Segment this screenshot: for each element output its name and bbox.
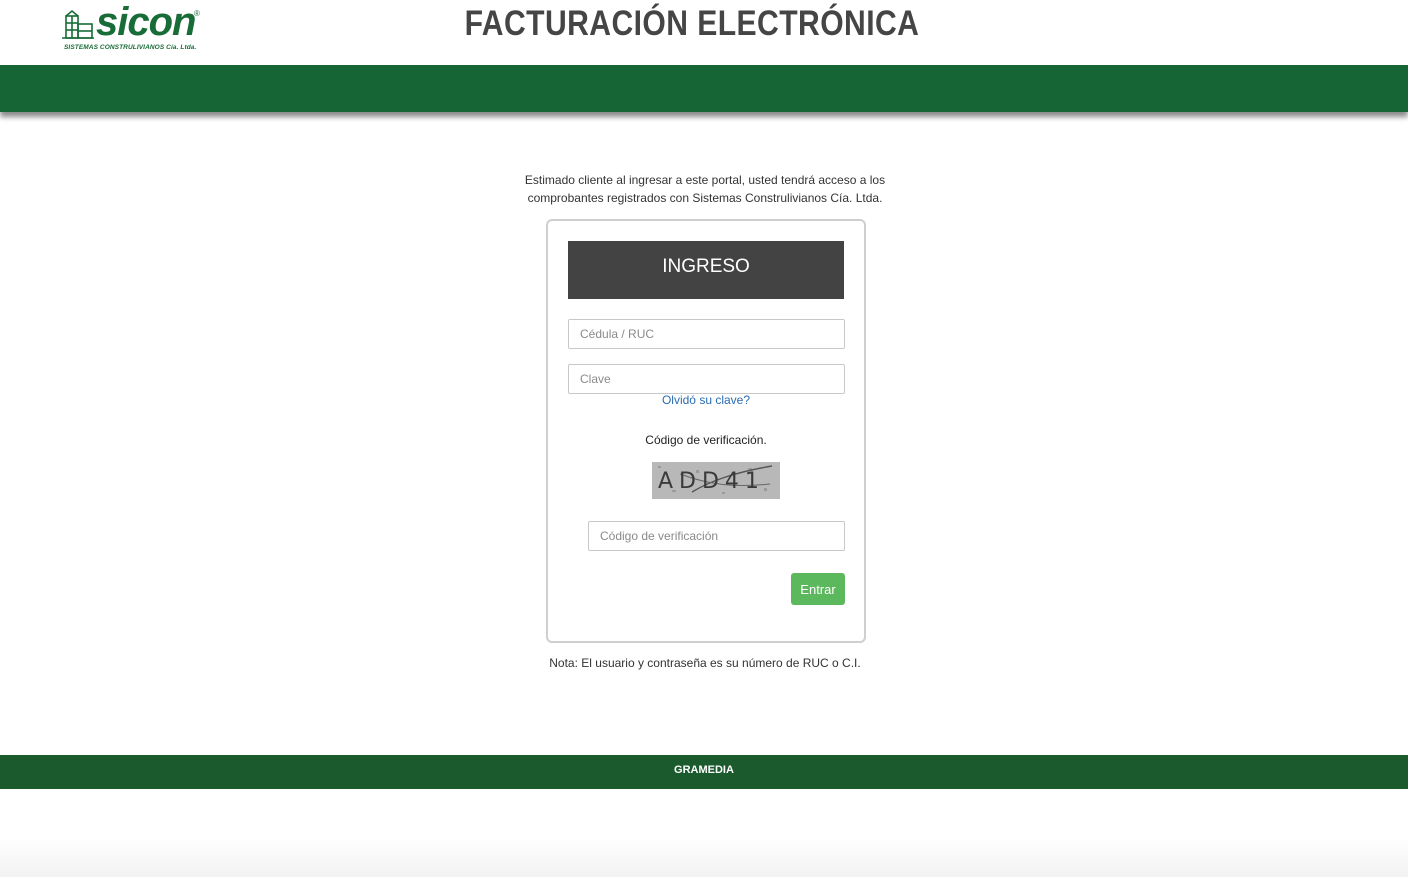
- header: sicon ® SISTEMAS CONSTRULIVIANOS Cía. Lt…: [0, 0, 1408, 65]
- cedula-ruc-input[interactable]: [568, 319, 845, 349]
- login-note: Nota: El usuario y contraseña es su núme…: [549, 656, 861, 670]
- verification-code-input[interactable]: [588, 521, 845, 551]
- login-heading: INGRESO: [568, 241, 844, 299]
- captcha-image: ADD41: [652, 462, 780, 499]
- forgot-password-link[interactable]: Olvidó su clave?: [568, 393, 844, 407]
- intro-text: Estimado cliente al ingresar a este port…: [524, 173, 886, 205]
- captcha-text: ADD41: [658, 469, 765, 494]
- footer-text: GRAMEDIA: [674, 764, 734, 776]
- entrar-button[interactable]: Entrar: [791, 573, 845, 605]
- logo-subtitle: SISTEMAS CONSTRULIVIANOS Cía. Ltda.: [64, 44, 197, 51]
- footer: GRAMEDIA: [0, 755, 1408, 789]
- header-green-band: [0, 65, 1408, 112]
- captcha-graphic: ADD41: [652, 462, 780, 499]
- page-title: FACTURACIÓN ELECTRÓNICA: [464, 4, 920, 43]
- page-bottom: [0, 789, 1408, 877]
- building-icon: [62, 9, 94, 39]
- login-panel: INGRESO Olvidó su clave? Código de verif…: [546, 219, 866, 643]
- verification-label: Código de verificación.: [645, 433, 767, 447]
- password-input[interactable]: [568, 364, 845, 394]
